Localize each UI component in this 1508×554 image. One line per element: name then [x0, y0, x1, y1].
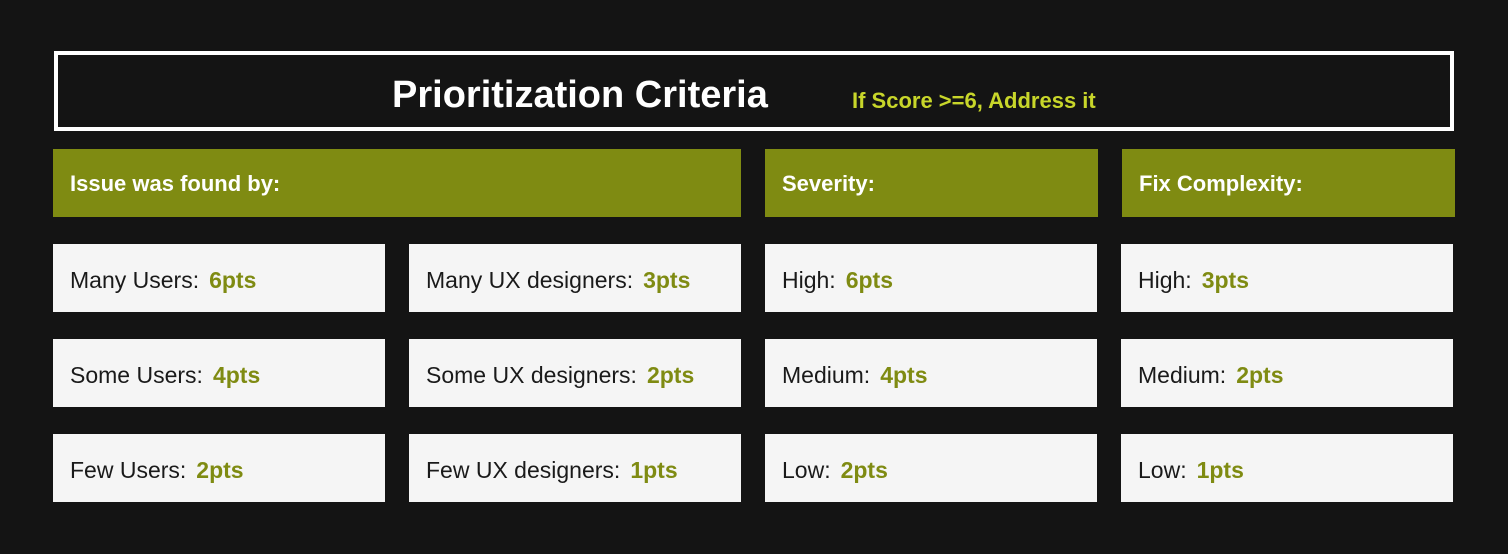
title-banner: Prioritization Criteria If Score >=6, Ad… [54, 51, 1454, 131]
criteria-label: Medium: [782, 362, 871, 388]
criteria-points: 6pts [209, 267, 257, 293]
criteria-label: Few UX designers: [426, 457, 621, 483]
criteria-label: Many Users: [70, 267, 200, 293]
criteria-label: Some Users: [70, 362, 203, 388]
header-severity: Severity: [765, 149, 1098, 217]
criteria-label: Some UX designers: [426, 362, 637, 388]
criteria-label: Low: [782, 457, 831, 483]
criteria-cell-few-designers: Few UX designers: 1pts [409, 434, 741, 502]
criteria-cell-severity-medium: Medium: 4pts [765, 339, 1097, 407]
criteria-points: 2pts [646, 362, 695, 388]
header-found-by: Issue was found by: [53, 149, 741, 217]
criteria-label: High: [1138, 267, 1192, 293]
criteria-points: 1pts [1196, 457, 1244, 483]
criteria-cell-severity-high: High: 6pts [765, 244, 1097, 312]
criteria-points: 2pts [196, 457, 244, 483]
score-threshold-note: If Score >=6, Address it [852, 88, 1096, 113]
criteria-cell-complexity-high: High: 3pts [1121, 244, 1453, 312]
criteria-cell-many-designers: Many UX designers: 3pts [409, 244, 741, 312]
header-fix-complexity: Fix Complexity: [1122, 149, 1455, 217]
criteria-label: Low: [1138, 457, 1187, 483]
criteria-points: 3pts [643, 267, 691, 293]
criteria-cell-some-designers: Some UX designers: 2pts [409, 339, 741, 407]
criteria-label: Few Users: [70, 457, 187, 483]
criteria-points: 2pts [840, 457, 888, 483]
criteria-cell-some-users: Some Users: 4pts [53, 339, 385, 407]
criteria-label: Medium: [1138, 362, 1227, 388]
criteria-cell-complexity-medium: Medium: 2pts [1121, 339, 1453, 407]
criteria-points: 1pts [630, 457, 678, 483]
criteria-points: 3pts [1201, 267, 1249, 293]
criteria-label: Many UX designers: [426, 267, 634, 293]
criteria-cell-complexity-low: Low: 1pts [1121, 434, 1453, 502]
criteria-label: High: [782, 267, 836, 293]
page-title: Prioritization Criteria [392, 74, 768, 116]
criteria-points: 6pts [845, 267, 893, 293]
criteria-cell-severity-low: Low: 2pts [765, 434, 1097, 502]
criteria-points: 4pts [880, 362, 928, 388]
criteria-cell-few-users: Few Users: 2pts [53, 434, 385, 502]
criteria-cell-many-users: Many Users: 6pts [53, 244, 385, 312]
criteria-points: 2pts [1236, 362, 1284, 388]
criteria-points: 4pts [212, 362, 261, 388]
